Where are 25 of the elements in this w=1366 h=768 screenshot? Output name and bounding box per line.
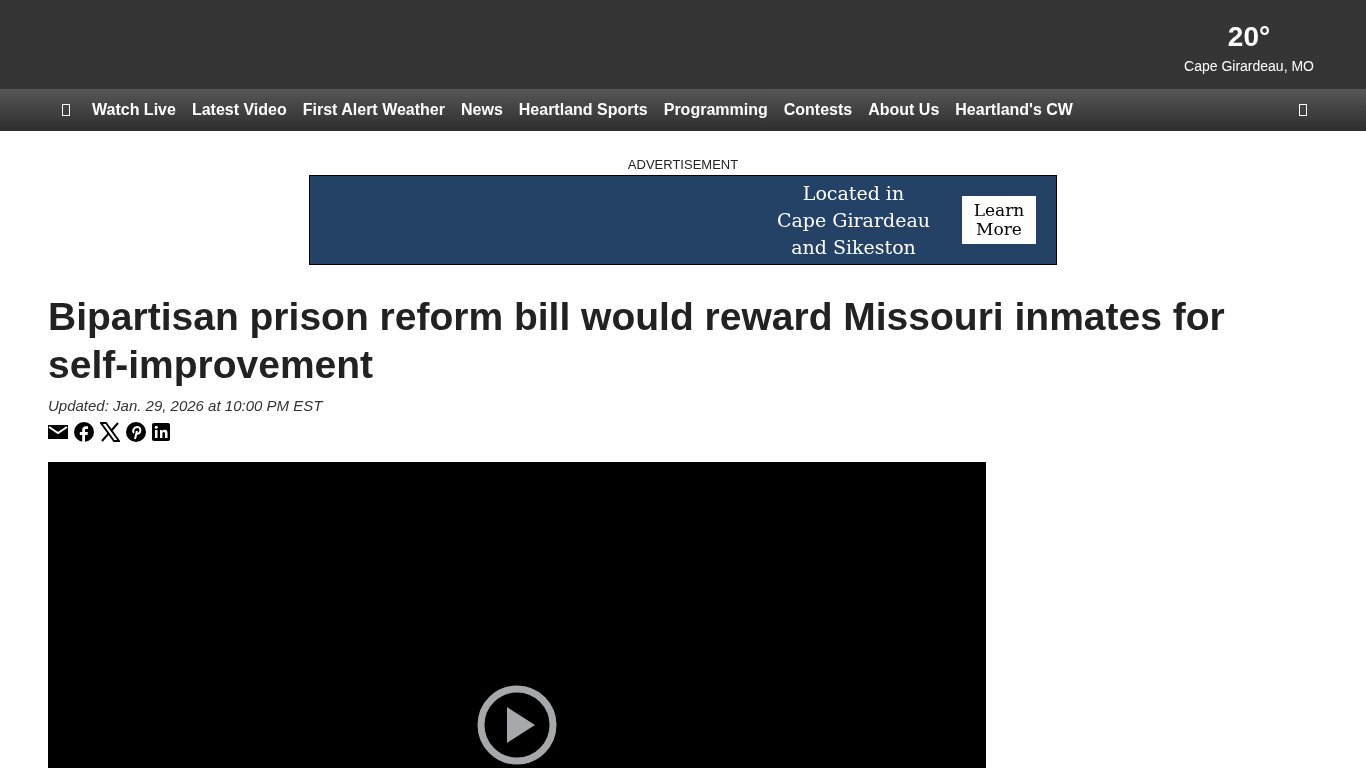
nav-link[interactable]: Heartland Sports [518,101,648,119]
ad-label: ADVERTISEMENT [627,157,739,173]
missing-glyph-icon[interactable] [62,104,70,116]
email-icon[interactable] [48,424,68,440]
nav-link[interactable]: Heartland's CW [955,101,1073,119]
ad-banner[interactable]: Located in Cape Girardeau and Sikeston Learn More [309,175,1057,265]
x-logo-icon[interactable] [100,422,120,442]
updated-date: Updated: Jan. 29, 2026 at 10:00 PM EST [48,397,325,414]
nav-link[interactable]: About Us [868,101,940,119]
headline: Bipartisan prison reform bill would reward Missouri inmates for self-improvement [48,294,1226,388]
missing-glyph-icon[interactable] [1299,104,1307,116]
play-icon[interactable] [476,684,558,766]
nav-link[interactable]: Contests [783,101,853,119]
linkedin-icon[interactable] [152,423,170,441]
nav-link[interactable]: First Alert Weather [302,101,445,119]
facebook-icon[interactable] [74,422,94,442]
location[interactable]: Cape Girardeau, MO [1184,58,1314,74]
nav-link[interactable]: Programming [663,101,768,119]
nav-link[interactable]: Latest Video [191,101,287,119]
temperature[interactable]: 20° [1227,20,1271,54]
ad-text: Located in Cape Girardeau and Sikeston [776,180,930,260]
pinterest-icon[interactable] [126,422,146,442]
nav-link[interactable]: Watch Live [92,101,176,119]
nav-link[interactable]: News [461,101,503,119]
learn-more-button[interactable]: Learn More [962,196,1036,244]
